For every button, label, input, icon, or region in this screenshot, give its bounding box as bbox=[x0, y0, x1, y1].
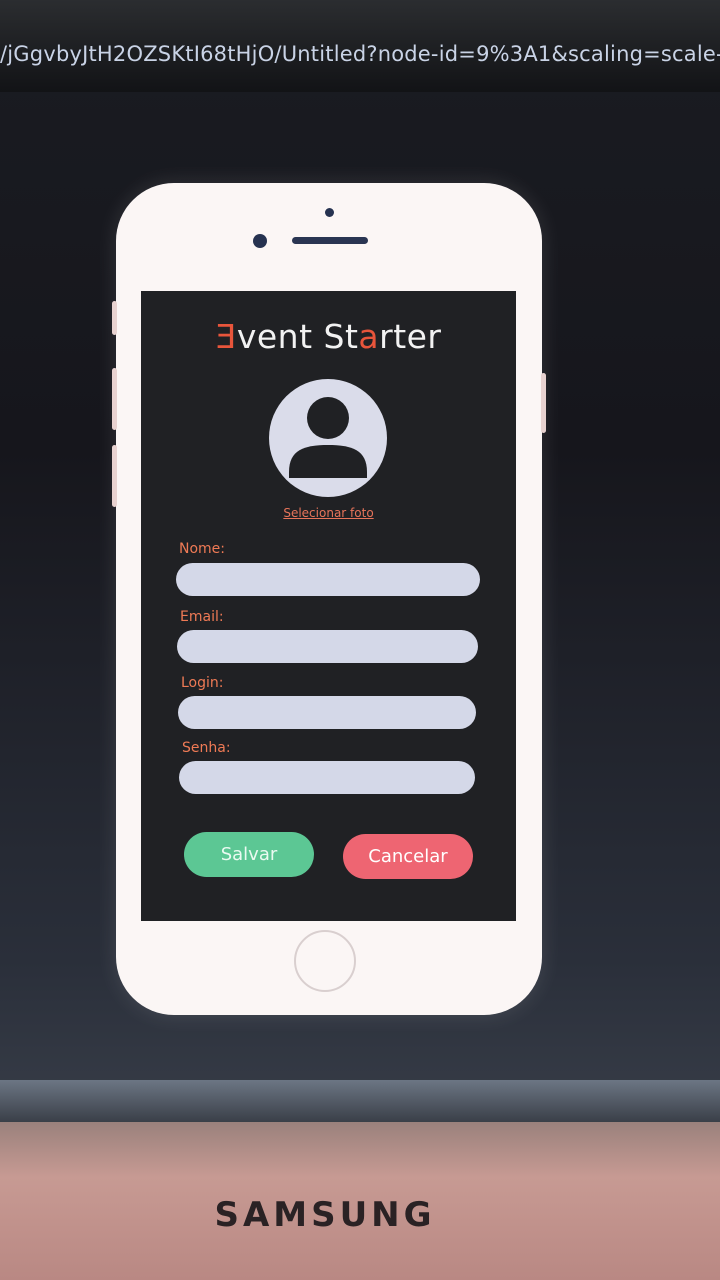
app-screen: Event Starter Selecionar foto Nome: Emai… bbox=[141, 291, 516, 921]
device-brand-logo: SAMSUNG bbox=[214, 1195, 436, 1235]
app-logo: Event Starter bbox=[141, 317, 516, 356]
home-button-icon[interactable] bbox=[294, 930, 356, 992]
url-text: /jGgvbyJtH2OZSKtI68tHjO/Untitled?node-id… bbox=[0, 42, 720, 66]
phone-power-button bbox=[541, 373, 546, 433]
select-photo-link[interactable]: Selecionar foto bbox=[141, 506, 516, 520]
phone-volume-up bbox=[112, 368, 117, 430]
email-label: Email: bbox=[180, 609, 224, 625]
password-label: Senha: bbox=[182, 740, 231, 756]
browser-address-bar[interactable]: /jGgvbyJtH2OZSKtI68tHjO/Untitled?node-id… bbox=[0, 0, 720, 92]
login-label: Login: bbox=[181, 675, 224, 691]
cancel-button[interactable]: Cancelar bbox=[343, 834, 473, 879]
name-field[interactable] bbox=[176, 563, 480, 596]
user-silhouette-icon bbox=[289, 397, 367, 478]
password-field[interactable] bbox=[179, 761, 475, 794]
logo-accent-letter: a bbox=[358, 317, 380, 356]
phone-mute-switch bbox=[112, 301, 117, 335]
logo-prefix: E bbox=[215, 317, 237, 356]
earpiece-speaker bbox=[292, 237, 368, 244]
login-field[interactable] bbox=[178, 696, 476, 729]
name-label: Nome: bbox=[179, 541, 226, 557]
logo-mid: vent St bbox=[236, 317, 359, 356]
user-avatar-icon[interactable] bbox=[269, 379, 387, 497]
monitor-bezel bbox=[0, 1080, 720, 1122]
phone-volume-down bbox=[112, 445, 117, 507]
email-field[interactable] bbox=[177, 630, 478, 663]
save-button[interactable]: Salvar bbox=[184, 832, 314, 877]
proximity-sensor bbox=[325, 208, 334, 217]
logo-suffix: rter bbox=[379, 317, 442, 356]
front-camera-icon bbox=[253, 234, 267, 248]
